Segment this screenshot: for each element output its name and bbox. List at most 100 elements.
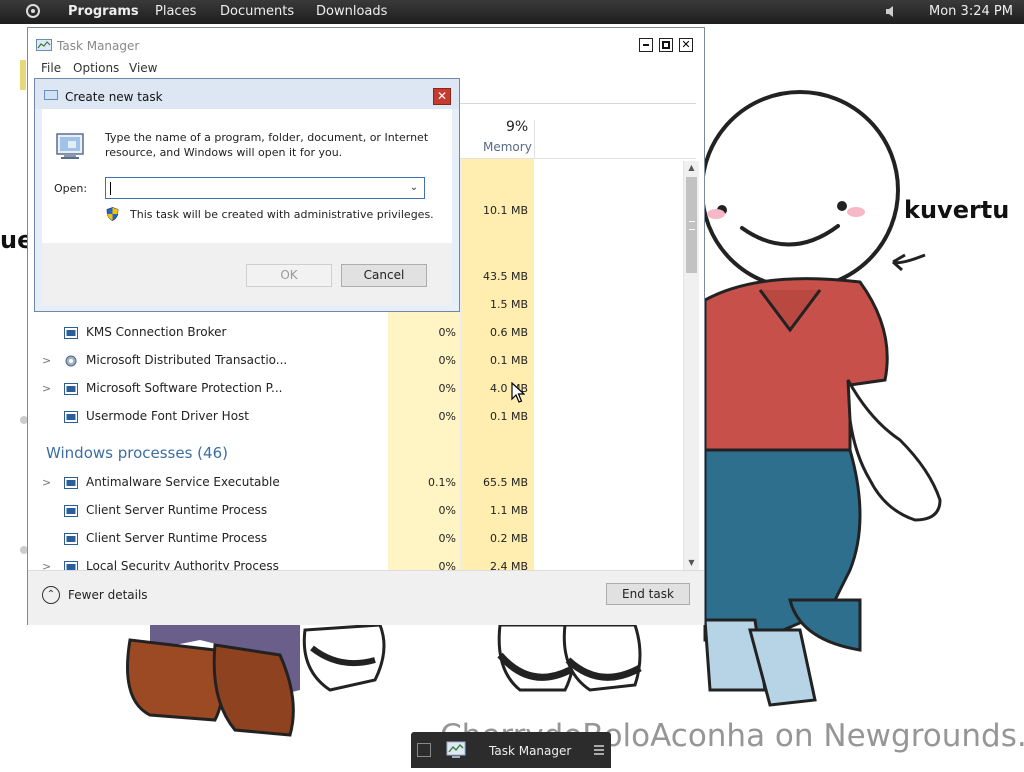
taskbar-task-manager-item[interactable]: Task Manager	[411, 732, 611, 768]
task-manager-titlebar[interactable]: Task Manager ✕	[28, 28, 704, 58]
fewer-details-link[interactable]: Fewer details	[68, 588, 148, 602]
close-button[interactable]: ✕	[679, 38, 693, 52]
memory-value: 1.5 MB	[489, 298, 528, 311]
process-cpu: 0%	[438, 354, 456, 367]
menu-downloads[interactable]: Downloads	[316, 4, 387, 19]
dialog-title: Create new task	[65, 90, 163, 104]
scroll-down-arrow-icon[interactable]: ▼	[684, 556, 699, 570]
menu-documents[interactable]: Documents	[220, 4, 294, 19]
menu-file[interactable]: File	[41, 61, 61, 75]
process-memory: 0.1 MB	[489, 410, 528, 423]
memory-header-label[interactable]: Memory	[483, 140, 532, 154]
process-cpu: 0%	[438, 410, 456, 423]
header-bottom-line	[440, 158, 696, 159]
chevron-up-circle-icon[interactable]: ⌃	[42, 586, 60, 604]
expand-chevron-icon[interactable]: >	[42, 354, 51, 367]
process-row[interactable]: KMS Connection Broker 0% 0.6 MB	[28, 319, 534, 347]
task-manager-title: Task Manager	[57, 39, 140, 53]
process-icon	[64, 561, 78, 570]
dialog-titlebar[interactable]: Create new task ✕	[35, 79, 459, 109]
process-memory: 0.1 MB	[489, 354, 528, 367]
process-name: Microsoft Software Protection P...	[86, 381, 283, 395]
scrollbar-thumb[interactable]	[686, 177, 697, 273]
service-gear-icon	[65, 355, 77, 367]
process-row[interactable]: > Microsoft Distributed Transactio... 0%…	[28, 347, 534, 375]
expand-chevron-icon[interactable]: >	[42, 476, 51, 489]
process-name: Microsoft Distributed Transactio...	[86, 353, 288, 367]
task-manager-menubar: File Options View	[28, 58, 704, 78]
process-cpu: 0%	[438, 560, 456, 570]
memory-value: 43.5 MB	[482, 270, 528, 283]
memory-value: 10.1 MB	[482, 204, 528, 217]
process-name: Usermode Font Driver Host	[86, 409, 249, 423]
run-program-icon	[56, 133, 84, 159]
task-manager-app-icon	[36, 39, 52, 51]
menu-options[interactable]: Options	[73, 61, 119, 75]
wallpaper-label-right: kuvertu	[904, 196, 1010, 224]
process-icon	[64, 533, 78, 545]
expand-chevron-icon[interactable]: >	[42, 560, 51, 570]
mouse-pointer-icon	[511, 382, 525, 403]
process-icon	[64, 411, 78, 423]
ok-button[interactable]: OK	[246, 264, 332, 287]
cancel-button[interactable]: Cancel	[341, 264, 427, 287]
process-name: Local Security Authority Process	[86, 559, 279, 570]
process-row[interactable]: > Antimalware Service Executable 0.1% 65…	[28, 469, 534, 497]
run-window-icon	[44, 90, 58, 100]
admin-privileges-note: This task will be created with administr…	[130, 208, 434, 221]
section-heading-windows-processes: Windows processes (46)	[46, 444, 228, 462]
process-name: KMS Connection Broker	[86, 325, 227, 339]
memory-header-percent[interactable]: 9%	[506, 119, 528, 135]
dialog-body: Type the name of a program, folder, docu…	[42, 109, 452, 243]
task-manager-taskbar-icon	[446, 741, 466, 758]
scroll-up-arrow-icon[interactable]: ▲	[684, 161, 699, 175]
scroll-grip-icon	[689, 221, 695, 230]
show-desktop-icon[interactable]	[417, 743, 431, 757]
expand-chevron-icon[interactable]: >	[42, 382, 51, 395]
process-memory: 0.6 MB	[489, 326, 528, 339]
process-row[interactable]: Usermode Font Driver Host 0% 0.1 MB	[28, 403, 534, 431]
taskbar-menu-icon[interactable]	[593, 743, 605, 757]
task-manager-footer: ⌃ Fewer details End task	[28, 570, 704, 625]
process-cpu: 0%	[438, 504, 456, 517]
dialog-description: Type the name of a program, folder, docu…	[105, 131, 429, 159]
process-memory: 1.1 MB	[489, 504, 528, 517]
process-memory: 2.4 MB	[489, 560, 528, 570]
main-menu-icon[interactable]	[26, 4, 40, 18]
process-row[interactable]: > Local Security Authority Process 0% 2.…	[28, 553, 534, 570]
process-cpu: 0%	[438, 382, 456, 395]
minimize-icon	[643, 44, 649, 46]
process-name: Client Server Runtime Process	[86, 503, 268, 517]
maximize-icon	[662, 41, 670, 49]
process-name: Client Server Runtime Process	[86, 531, 268, 545]
process-icon	[64, 383, 78, 395]
process-row[interactable]: Client Server Runtime Process 0% 0.2 MB	[28, 525, 534, 553]
dialog-close-button[interactable]: ✕	[433, 88, 451, 105]
dialog-button-bar: OK Cancel	[42, 243, 452, 305]
menu-view[interactable]: View	[129, 61, 157, 75]
process-icon	[64, 327, 78, 339]
process-row[interactable]: Client Server Runtime Process 0% 1.1 MB	[28, 497, 534, 525]
header-separator	[534, 120, 535, 158]
process-cpu: 0%	[438, 326, 456, 339]
create-new-task-dialog: Create new task ✕ Type the name of a pro…	[34, 78, 460, 312]
volume-icon[interactable]	[886, 6, 896, 17]
close-icon: ✕	[436, 89, 448, 103]
open-combobox-input[interactable]: ⌄	[105, 177, 425, 199]
vertical-scrollbar[interactable]: ▲ ▼	[683, 161, 699, 570]
menu-places[interactable]: Places	[155, 4, 196, 19]
uac-shield-icon	[106, 207, 119, 221]
text-caret	[110, 182, 111, 195]
process-memory: 65.5 MB	[482, 476, 528, 489]
panel-clock[interactable]: Mon 3:24 PM	[929, 4, 1013, 19]
maximize-button[interactable]	[659, 38, 673, 52]
minimize-button[interactable]	[639, 38, 653, 52]
process-name: Antimalware Service Executable	[86, 475, 280, 489]
process-row[interactable]: > Microsoft Software Protection P... 0% …	[28, 375, 534, 403]
process-cpu: 0.1%	[428, 476, 456, 489]
process-cpu: 0%	[438, 532, 456, 545]
end-task-button[interactable]: End task	[606, 583, 690, 605]
menu-programs[interactable]: Programs	[68, 4, 139, 19]
top-panel: Programs Places Documents Downloads Mon …	[0, 0, 1024, 24]
chevron-down-icon[interactable]: ⌄	[406, 180, 422, 196]
